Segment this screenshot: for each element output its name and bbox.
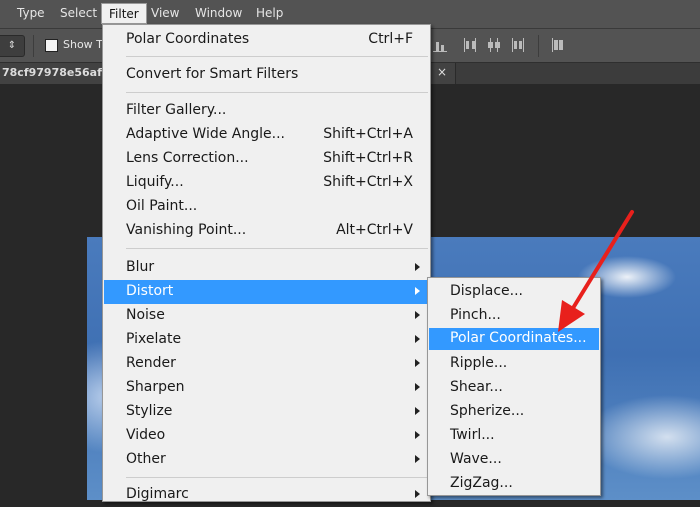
submenu-arrow-icon xyxy=(415,359,420,367)
submenu-item-label: Wave... xyxy=(450,451,502,467)
menu-item-last-filter[interactable]: Polar Coordinates Ctrl+F xyxy=(104,28,429,52)
close-tab-icon[interactable]: × xyxy=(437,65,447,79)
menu-filter[interactable]: Filter xyxy=(101,3,147,24)
menu-item-filter-gallery[interactable]: Filter Gallery... xyxy=(104,99,429,123)
submenu-item-polar-coordinates[interactable]: Polar Coordinates... xyxy=(429,328,599,350)
distribute-spacing-icon[interactable] xyxy=(550,37,566,53)
menu-item-shortcut: Ctrl+F xyxy=(368,31,413,47)
menu-window[interactable]: Window xyxy=(188,3,249,24)
menu-item-label: Other xyxy=(126,451,166,467)
menu-item-shortcut: Shift+Ctrl+A xyxy=(323,126,413,142)
menu-item-label: Oil Paint... xyxy=(126,198,198,214)
menu-item-label: Noise xyxy=(126,307,165,323)
menu-separator xyxy=(126,248,428,249)
menu-item-stylize[interactable]: Stylize xyxy=(104,400,429,424)
options-divider xyxy=(538,35,539,57)
menu-item-label: Stylize xyxy=(126,403,173,419)
menu-item-label: Liquify... xyxy=(126,174,184,190)
menu-separator xyxy=(126,477,428,478)
menu-help[interactable]: Help xyxy=(249,3,290,24)
menu-item-distort[interactable]: Distort xyxy=(104,280,429,304)
distribute-center-icon[interactable] xyxy=(486,37,502,53)
submenu-item-spherize[interactable]: Spherize... xyxy=(429,401,599,423)
menu-separator xyxy=(126,56,428,57)
menu-item-label: Blur xyxy=(126,259,155,275)
submenu-arrow-icon xyxy=(415,335,420,343)
menu-separator xyxy=(126,92,428,93)
menu-item-label: Sharpen xyxy=(126,379,185,395)
show-transform-checkbox[interactable] xyxy=(45,39,58,52)
submenu-item-label: ZigZag... xyxy=(450,475,513,491)
menu-item-vanishing-point[interactable]: Vanishing Point... Alt+Ctrl+V xyxy=(104,219,429,243)
submenu-item-label: Twirl... xyxy=(450,427,495,443)
submenu-item-label: Displace... xyxy=(450,283,523,299)
menu-item-label: Video xyxy=(126,427,166,443)
menu-item-video[interactable]: Video xyxy=(104,424,429,448)
menu-item-shortcut: Shift+Ctrl+X xyxy=(323,174,413,190)
submenu-item-label: Ripple... xyxy=(450,355,508,371)
menu-item-lens-correction[interactable]: Lens Correction... Shift+Ctrl+R xyxy=(104,147,429,171)
menu-item-label: Adaptive Wide Angle... xyxy=(126,126,285,142)
menu-item-liquify[interactable]: Liquify... Shift+Ctrl+X xyxy=(104,171,429,195)
submenu-arrow-icon xyxy=(415,287,420,295)
menu-item-render[interactable]: Render xyxy=(104,352,429,376)
submenu-item-pinch[interactable]: Pinch... xyxy=(429,305,599,327)
filter-menu: Polar Coordinates Ctrl+F Convert for Sma… xyxy=(102,24,431,502)
menu-select[interactable]: Select xyxy=(53,3,104,24)
spinner-control[interactable]: ⇕ xyxy=(0,35,25,57)
submenu-item-displace[interactable]: Displace... xyxy=(429,281,599,303)
submenu-item-ripple[interactable]: Ripple... xyxy=(429,353,599,375)
menu-item-oil-paint[interactable]: Oil Paint... xyxy=(104,195,429,219)
distort-submenu: Displace... Pinch... Polar Coordinates..… xyxy=(427,277,601,496)
menu-item-shortcut: Shift+Ctrl+R xyxy=(323,150,413,166)
submenu-arrow-icon xyxy=(415,311,420,319)
submenu-arrow-icon xyxy=(415,431,420,439)
distribute-right-icon[interactable] xyxy=(510,37,526,53)
distribute-left-icon[interactable] xyxy=(462,37,478,53)
menu-item-other[interactable]: Other xyxy=(104,448,429,472)
submenu-item-label: Shear... xyxy=(450,379,503,395)
submenu-arrow-icon xyxy=(415,455,420,463)
menu-item-label: Polar Coordinates xyxy=(126,31,250,47)
submenu-item-label: Spherize... xyxy=(450,403,525,419)
menu-type[interactable]: Type xyxy=(10,3,52,24)
menu-item-label: Distort xyxy=(126,283,174,299)
menu-item-adaptive-wide-angle[interactable]: Adaptive Wide Angle... Shift+Ctrl+A xyxy=(104,123,429,147)
menu-item-pixelate[interactable]: Pixelate xyxy=(104,328,429,352)
menu-item-label: Convert for Smart Filters xyxy=(126,66,299,82)
menu-item-label: Lens Correction... xyxy=(126,150,249,166)
menu-item-label: Filter Gallery... xyxy=(126,102,227,118)
align-bottom-icon[interactable] xyxy=(432,37,448,53)
submenu-item-label: Pinch... xyxy=(450,307,501,323)
submenu-arrow-icon xyxy=(415,383,420,391)
document-tab-title: 78cf97978e56afe0 xyxy=(2,66,117,79)
submenu-arrow-icon xyxy=(415,407,420,415)
show-transform-label: Show Tr xyxy=(63,38,106,51)
menu-item-sharpen[interactable]: Sharpen xyxy=(104,376,429,400)
menu-item-label: Vanishing Point... xyxy=(126,222,247,238)
menu-item-convert-smart-filters[interactable]: Convert for Smart Filters xyxy=(104,63,429,87)
menu-item-label: Render xyxy=(126,355,176,371)
submenu-item-twirl[interactable]: Twirl... xyxy=(429,425,599,447)
menu-item-shortcut: Alt+Ctrl+V xyxy=(336,222,413,238)
submenu-item-zigzag[interactable]: ZigZag... xyxy=(429,473,599,495)
menu-view[interactable]: View xyxy=(144,3,186,24)
submenu-item-wave[interactable]: Wave... xyxy=(429,449,599,471)
menu-item-label: Pixelate xyxy=(126,331,182,347)
submenu-arrow-icon xyxy=(415,263,420,271)
submenu-item-shear[interactable]: Shear... xyxy=(429,377,599,399)
menu-item-blur[interactable]: Blur xyxy=(104,256,429,280)
submenu-arrow-icon xyxy=(415,490,420,498)
menu-item-digimarc[interactable]: Digimarc xyxy=(104,483,429,507)
submenu-item-label: Polar Coordinates... xyxy=(450,330,587,346)
menu-item-noise[interactable]: Noise xyxy=(104,304,429,328)
options-divider xyxy=(33,35,34,57)
